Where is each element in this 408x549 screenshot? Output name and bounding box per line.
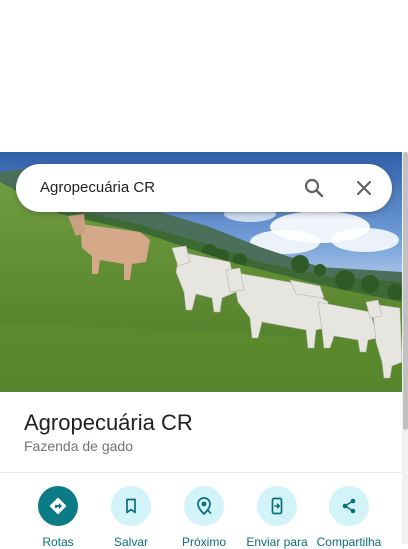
directions-icon bbox=[38, 486, 78, 526]
nearby-label: Próximo bbox=[181, 535, 226, 549]
save-label: Salvar bbox=[113, 535, 148, 549]
share-icon bbox=[329, 486, 369, 526]
share-label: Compartilha bbox=[316, 535, 382, 549]
place-title: Agropecuária CR bbox=[24, 410, 193, 435]
blank-area bbox=[0, 0, 408, 152]
send-to-phone-label: Enviar para bbox=[246, 535, 308, 549]
bookmark-icon bbox=[111, 486, 151, 526]
divider bbox=[0, 472, 402, 473]
nearby-button[interactable]: Próximo bbox=[164, 486, 244, 549]
scrollbar-thumb[interactable] bbox=[403, 152, 408, 430]
save-button[interactable]: Salvar bbox=[91, 486, 171, 549]
send-to-phone-button[interactable]: Enviar para bbox=[237, 486, 317, 549]
place-category[interactable]: Fazenda de gado bbox=[24, 437, 133, 455]
send-to-phone-icon bbox=[257, 486, 297, 526]
search-box[interactable]: Agropecuária CR bbox=[16, 164, 392, 212]
search-input[interactable]: Agropecuária CR bbox=[40, 164, 155, 212]
share-button[interactable]: Compartilha bbox=[309, 486, 389, 549]
directions-button[interactable]: Rotas bbox=[18, 486, 98, 549]
close-icon[interactable] bbox=[352, 176, 376, 200]
nearby-icon bbox=[184, 486, 224, 526]
directions-label: Rotas bbox=[42, 535, 74, 549]
search-icon[interactable] bbox=[302, 176, 326, 200]
